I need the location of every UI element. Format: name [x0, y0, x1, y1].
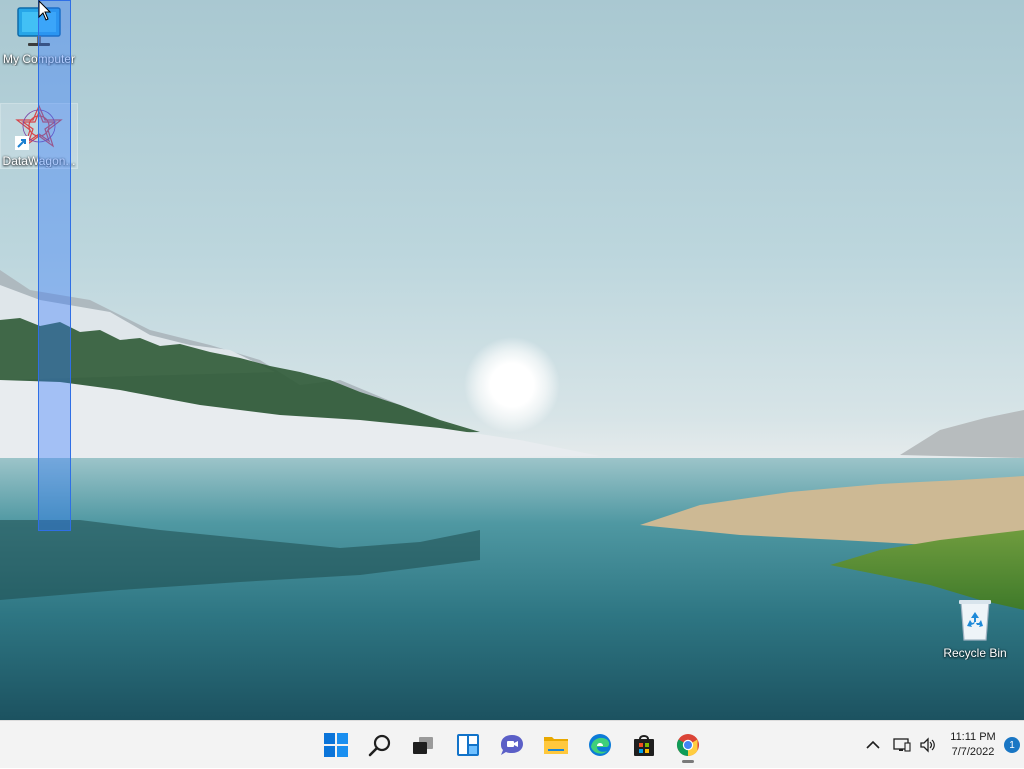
running-indicator: [682, 760, 694, 763]
windows-start-icon: [324, 733, 348, 757]
chevron-up-icon: [866, 740, 880, 749]
task-view-icon: [413, 737, 433, 754]
selection-rectangle: [38, 0, 71, 531]
taskbar-chat-button[interactable]: [492, 725, 532, 765]
store-icon: [634, 735, 654, 756]
wallpaper: [0, 270, 1024, 720]
speaker-icon: [920, 737, 935, 753]
taskbar-edge-button[interactable]: [580, 725, 620, 765]
taskbar-chrome-button[interactable]: [668, 725, 708, 765]
edge-icon: [589, 734, 611, 756]
search-icon: [368, 734, 391, 757]
volume-button[interactable]: [916, 721, 940, 769]
desktop-icon-label: Recycle Bin: [943, 646, 1007, 660]
desktop-icon-recycle-bin[interactable]: Recycle Bin: [937, 596, 1013, 660]
taskbar: 11:11 PM 7/7/2022 1: [0, 720, 1024, 768]
show-hidden-icons-button[interactable]: [860, 721, 886, 769]
notification-center-button[interactable]: 1: [1002, 721, 1022, 769]
taskbar-file-explorer-button[interactable]: [536, 725, 576, 765]
taskbar-start-button[interactable]: [316, 725, 356, 765]
widgets-icon: [457, 734, 479, 756]
clock-date: 7/7/2022: [951, 746, 995, 758]
network-icon: [893, 738, 911, 752]
chrome-icon: [677, 734, 699, 756]
mouse-cursor-icon: [38, 0, 52, 21]
taskbar-search-button[interactable]: [360, 725, 400, 765]
network-button[interactable]: [890, 721, 914, 769]
taskbar-widgets-button[interactable]: [448, 725, 488, 765]
taskbar-store-button[interactable]: [624, 725, 664, 765]
folder-icon: [544, 737, 568, 754]
chat-icon: [501, 735, 523, 755]
notification-badge: 1: [1004, 737, 1020, 753]
clock-time: 11:11 PM: [950, 731, 996, 743]
system-tray: 11:11 PM 7/7/2022 1: [824, 721, 1024, 769]
clock[interactable]: 11:11 PM 7/7/2022: [946, 721, 1000, 769]
desktop[interactable]: My Computer DataWagon... Recycle Bin: [0, 0, 1024, 720]
taskbar-task-view-button[interactable]: [403, 725, 443, 765]
recycle-bin-icon: [951, 596, 999, 644]
